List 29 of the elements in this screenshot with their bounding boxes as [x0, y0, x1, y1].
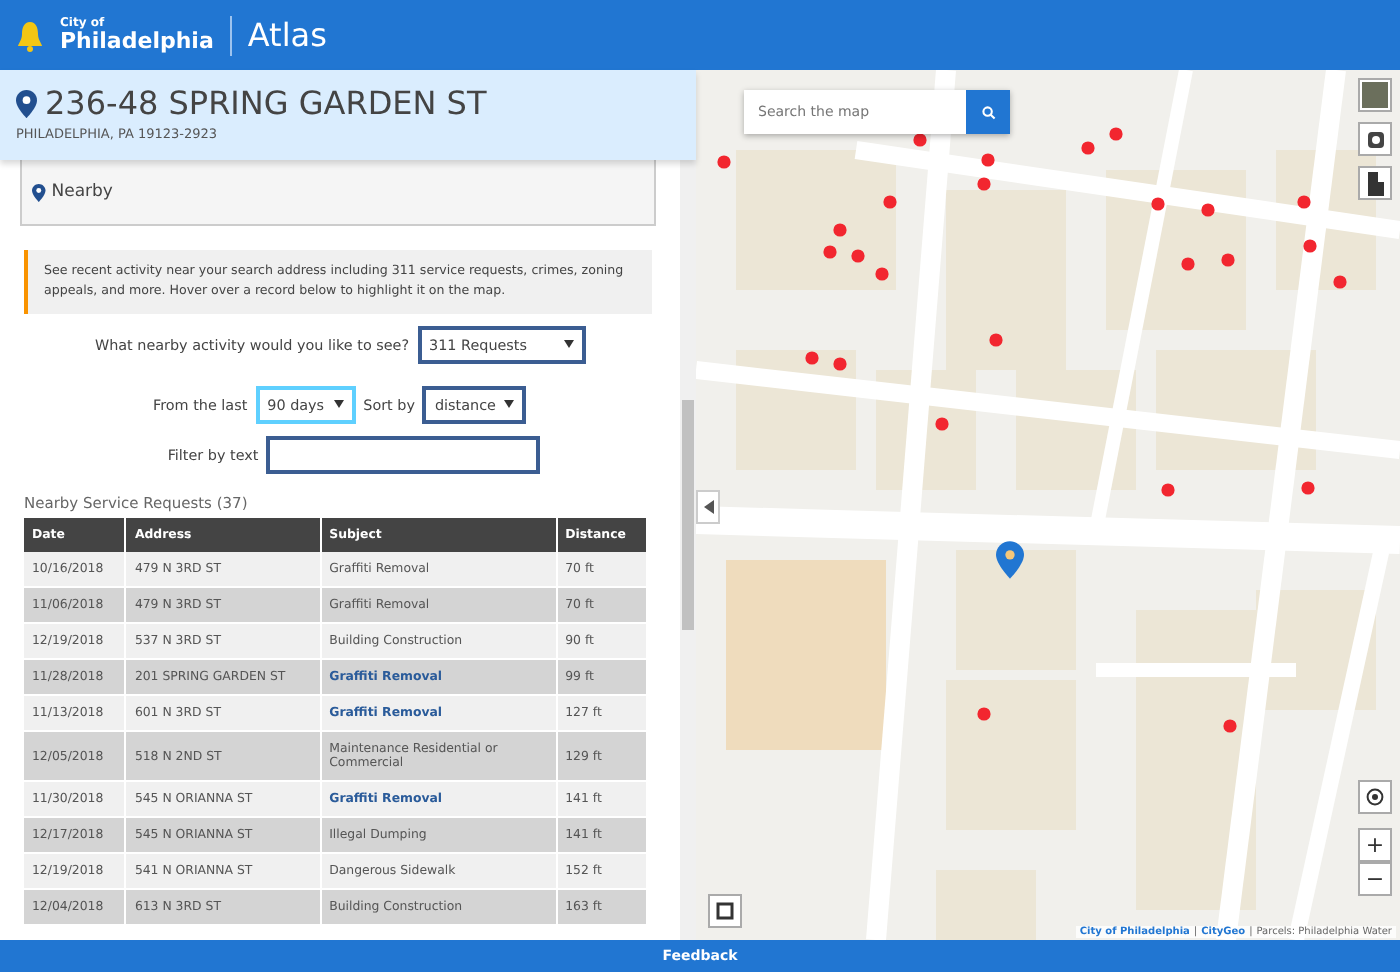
draw-button[interactable]	[708, 894, 742, 928]
camera-icon	[1365, 128, 1385, 150]
topic-header[interactable]: Nearby	[20, 160, 656, 226]
logo-text: Philadelphia	[60, 30, 214, 52]
location-pin-icon	[16, 89, 37, 117]
location-pin-icon	[996, 540, 1024, 580]
app-title: Atlas	[247, 16, 327, 54]
building-icon	[1365, 171, 1385, 195]
liberty-bell-icon	[16, 19, 44, 51]
square-icon	[716, 902, 734, 920]
scrollbar[interactable]	[680, 160, 696, 940]
search-icon	[981, 105, 995, 119]
locate-button[interactable]	[1358, 780, 1392, 814]
search-button[interactable]	[966, 90, 1010, 134]
filter-field[interactable]	[266, 435, 541, 473]
caret-icon	[563, 340, 574, 348]
street-view-button[interactable]	[1358, 122, 1392, 156]
collapse-toggle[interactable]	[696, 490, 720, 524]
target-icon	[1366, 788, 1384, 806]
location-pin-icon	[32, 183, 46, 201]
address-title: 236-48 SPRING GARDEN ST	[45, 84, 487, 122]
caret-icon	[504, 400, 515, 408]
zoom-out-button[interactable]: −	[1358, 862, 1392, 896]
buildings-button[interactable]	[1358, 166, 1392, 200]
caret-icon	[333, 400, 344, 408]
caret-left-icon	[703, 500, 713, 514]
imagery-button[interactable]	[1358, 78, 1392, 112]
zoom-in-button[interactable]: +	[1358, 828, 1392, 862]
aerial-photo-icon	[1362, 82, 1388, 108]
